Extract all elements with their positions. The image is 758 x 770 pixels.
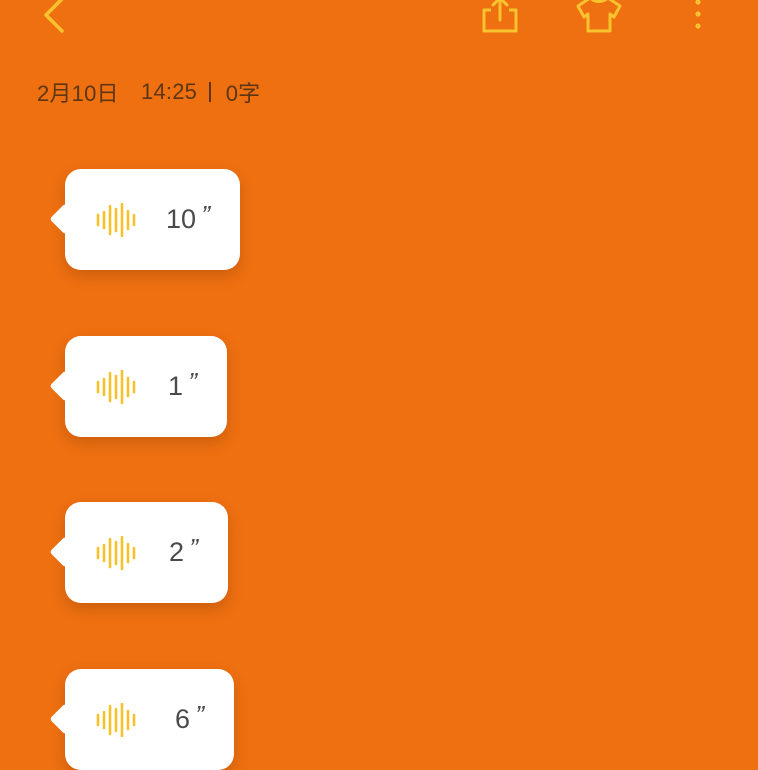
voice-duration: 2 bbox=[169, 531, 198, 569]
voice-wave-icon bbox=[96, 536, 136, 570]
voice-wave-icon bbox=[96, 370, 136, 404]
voice-note-bubble[interactable]: 2 bbox=[65, 502, 228, 603]
voice-wave-icon bbox=[96, 703, 136, 737]
voice-wave-icon bbox=[96, 203, 136, 237]
voice-note-bubble[interactable]: 1 bbox=[65, 336, 227, 437]
voice-duration: 1 bbox=[168, 365, 197, 403]
voice-note-list: 10 1 bbox=[0, 0, 758, 770]
voice-duration: 10 bbox=[166, 198, 210, 236]
voice-duration: 6 bbox=[175, 698, 204, 736]
voice-note-bubble[interactable]: 10 bbox=[65, 169, 240, 270]
voice-note-bubble[interactable]: 6 bbox=[65, 669, 234, 770]
